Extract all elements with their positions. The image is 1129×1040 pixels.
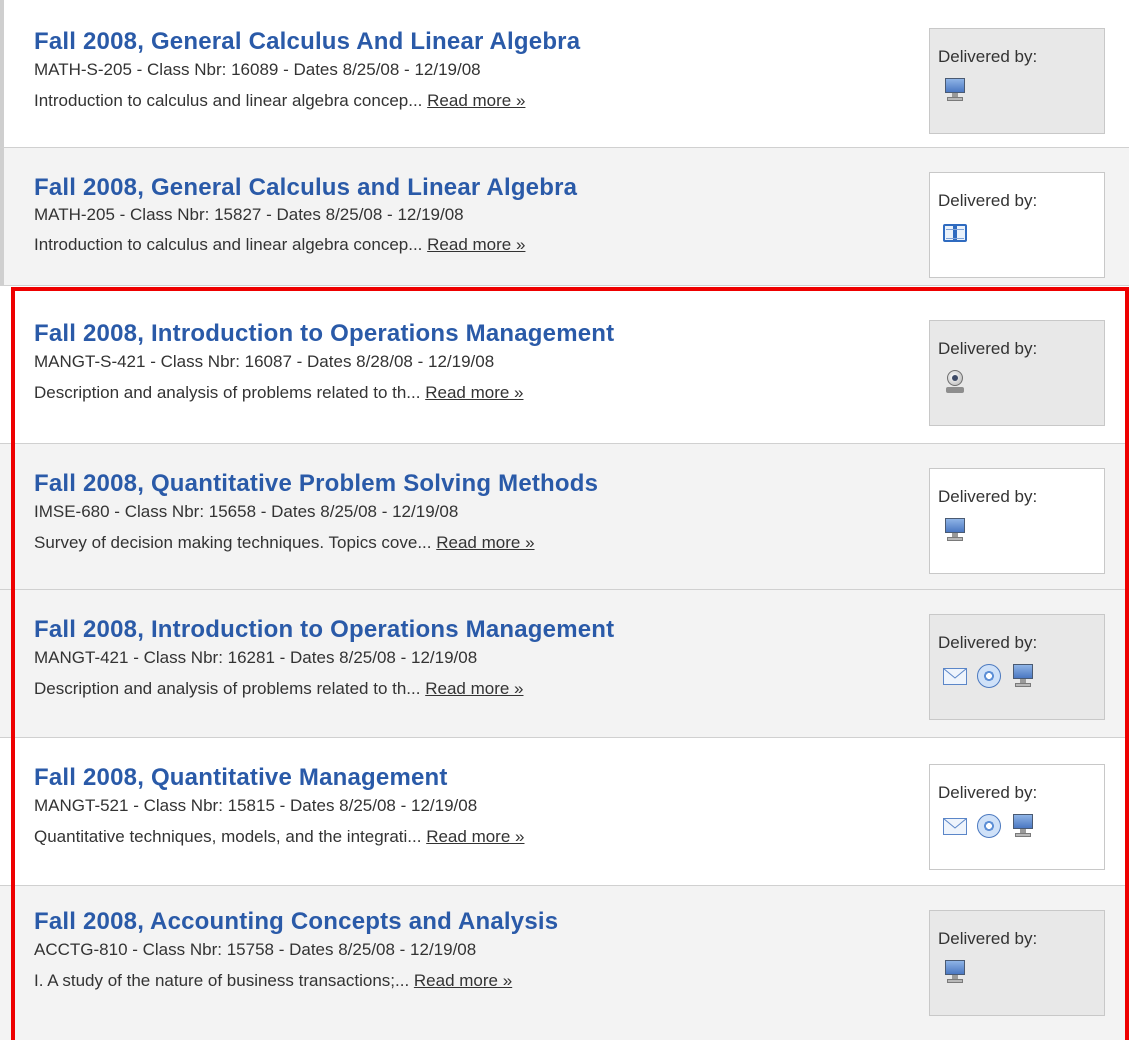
webcam-icon[interactable]: [942, 369, 968, 395]
course-title-link[interactable]: Fall 2008, General Calculus and Linear A…: [34, 174, 577, 202]
course-title-link[interactable]: Fall 2008, Introduction to Operations Ma…: [34, 320, 614, 348]
row-divider: [0, 0, 4, 147]
description-text: Introduction to calculus and linear alge…: [34, 235, 423, 254]
course-title-link[interactable]: Fall 2008, Accounting Concepts and Analy…: [34, 908, 558, 936]
course-row: Fall 2008, Quantitative Management MANGT…: [0, 738, 1129, 886]
delivered-by-label: Delivered by:: [938, 783, 1038, 802]
description-text: Introduction to calculus and linear alge…: [34, 91, 423, 110]
computer-icon[interactable]: [1010, 663, 1036, 689]
delivery-icons: [942, 813, 1036, 839]
description-text: Quantitative techniques, models, and the…: [34, 827, 422, 846]
description-text: Description and analysis of problems rel…: [34, 383, 421, 402]
read-more-link[interactable]: Read more »: [436, 533, 534, 552]
computer-icon[interactable]: [942, 517, 968, 543]
course-description: Introduction to calculus and linear alge…: [34, 91, 525, 111]
course-meta: MATH-S-205 - Class Nbr: 16089 - Dates 8/…: [34, 60, 481, 79]
delivery-icons: [942, 221, 968, 247]
course-description: Survey of decision making techniques. To…: [34, 533, 535, 553]
computer-icon[interactable]: [1010, 813, 1036, 839]
delivered-by-label: Delivered by:: [938, 339, 1038, 358]
course-description: Quantitative techniques, models, and the…: [34, 827, 524, 847]
read-more-link[interactable]: Read more »: [426, 827, 524, 846]
delivered-by-label: Delivered by:: [938, 929, 1038, 948]
read-more-link[interactable]: Read more »: [425, 679, 523, 698]
delivery-icons: [942, 369, 968, 395]
course-row: Fall 2008, Introduction to Operations Ma…: [0, 290, 1129, 444]
delivered-by-box: Delivered by:: [929, 28, 1105, 134]
disc-icon[interactable]: [976, 813, 1002, 839]
delivery-icons: [942, 77, 968, 103]
delivery-icons: [942, 959, 968, 985]
read-more-link[interactable]: Read more »: [427, 91, 525, 110]
course-title-link[interactable]: Fall 2008, Quantitative Management: [34, 764, 448, 792]
course-row: Fall 2008, Introduction to Operations Ma…: [0, 590, 1129, 738]
course-row: Fall 2008, Quantitative Problem Solving …: [0, 444, 1129, 590]
delivered-by-label: Delivered by:: [938, 487, 1038, 506]
course-title-link[interactable]: Fall 2008, General Calculus And Linear A…: [34, 28, 580, 56]
course-meta: IMSE-680 - Class Nbr: 15658 - Dates 8/25…: [34, 502, 459, 521]
delivered-by-label: Delivered by:: [938, 47, 1038, 66]
disc-icon[interactable]: [976, 663, 1002, 689]
course-title-link[interactable]: Fall 2008, Quantitative Problem Solving …: [34, 470, 598, 498]
delivered-by-label: Delivered by:: [938, 633, 1038, 652]
course-description: Introduction to calculus and linear alge…: [34, 235, 525, 255]
computer-icon[interactable]: [942, 77, 968, 103]
course-meta: MATH-205 - Class Nbr: 15827 - Dates 8/25…: [34, 205, 464, 224]
mail-icon[interactable]: [942, 813, 968, 839]
course-description: I. A study of the nature of business tra…: [34, 971, 512, 991]
computer-icon[interactable]: [942, 959, 968, 985]
course-description: Description and analysis of problems rel…: [34, 679, 524, 699]
delivery-icons: [942, 517, 968, 543]
course-meta: MANGT-S-421 - Class Nbr: 16087 - Dates 8…: [34, 352, 495, 371]
delivery-icons: [942, 663, 1036, 689]
book-icon[interactable]: [942, 221, 968, 247]
delivered-by-label: Delivered by:: [938, 191, 1038, 210]
delivered-by-box: Delivered by:: [929, 614, 1105, 720]
delivered-by-box: Delivered by:: [929, 910, 1105, 1016]
course-row: Fall 2008, General Calculus and Linear A…: [0, 148, 1129, 286]
mail-icon[interactable]: [942, 663, 968, 689]
description-text: Description and analysis of problems rel…: [34, 679, 421, 698]
read-more-link[interactable]: Read more »: [414, 971, 512, 990]
course-description: Description and analysis of problems rel…: [34, 383, 524, 403]
course-meta: ACCTG-810 - Class Nbr: 15758 - Dates 8/2…: [34, 940, 477, 959]
course-meta: MANGT-521 - Class Nbr: 15815 - Dates 8/2…: [34, 796, 478, 815]
row-divider: [0, 148, 4, 285]
read-more-link[interactable]: Read more »: [425, 383, 523, 402]
delivered-by-box: Delivered by:: [929, 320, 1105, 426]
description-text: I. A study of the nature of business tra…: [34, 971, 410, 990]
description-text: Survey of decision making techniques. To…: [34, 533, 432, 552]
course-row: Fall 2008, General Calculus And Linear A…: [0, 0, 1129, 148]
delivered-by-box: Delivered by:: [929, 172, 1105, 278]
delivered-by-box: Delivered by:: [929, 764, 1105, 870]
course-meta: MANGT-421 - Class Nbr: 16281 - Dates 8/2…: [34, 648, 478, 667]
course-title-link[interactable]: Fall 2008, Introduction to Operations Ma…: [34, 616, 614, 644]
delivered-by-box: Delivered by:: [929, 468, 1105, 574]
read-more-link[interactable]: Read more »: [427, 235, 525, 254]
course-row: Fall 2008, Accounting Concepts and Analy…: [0, 886, 1129, 1040]
